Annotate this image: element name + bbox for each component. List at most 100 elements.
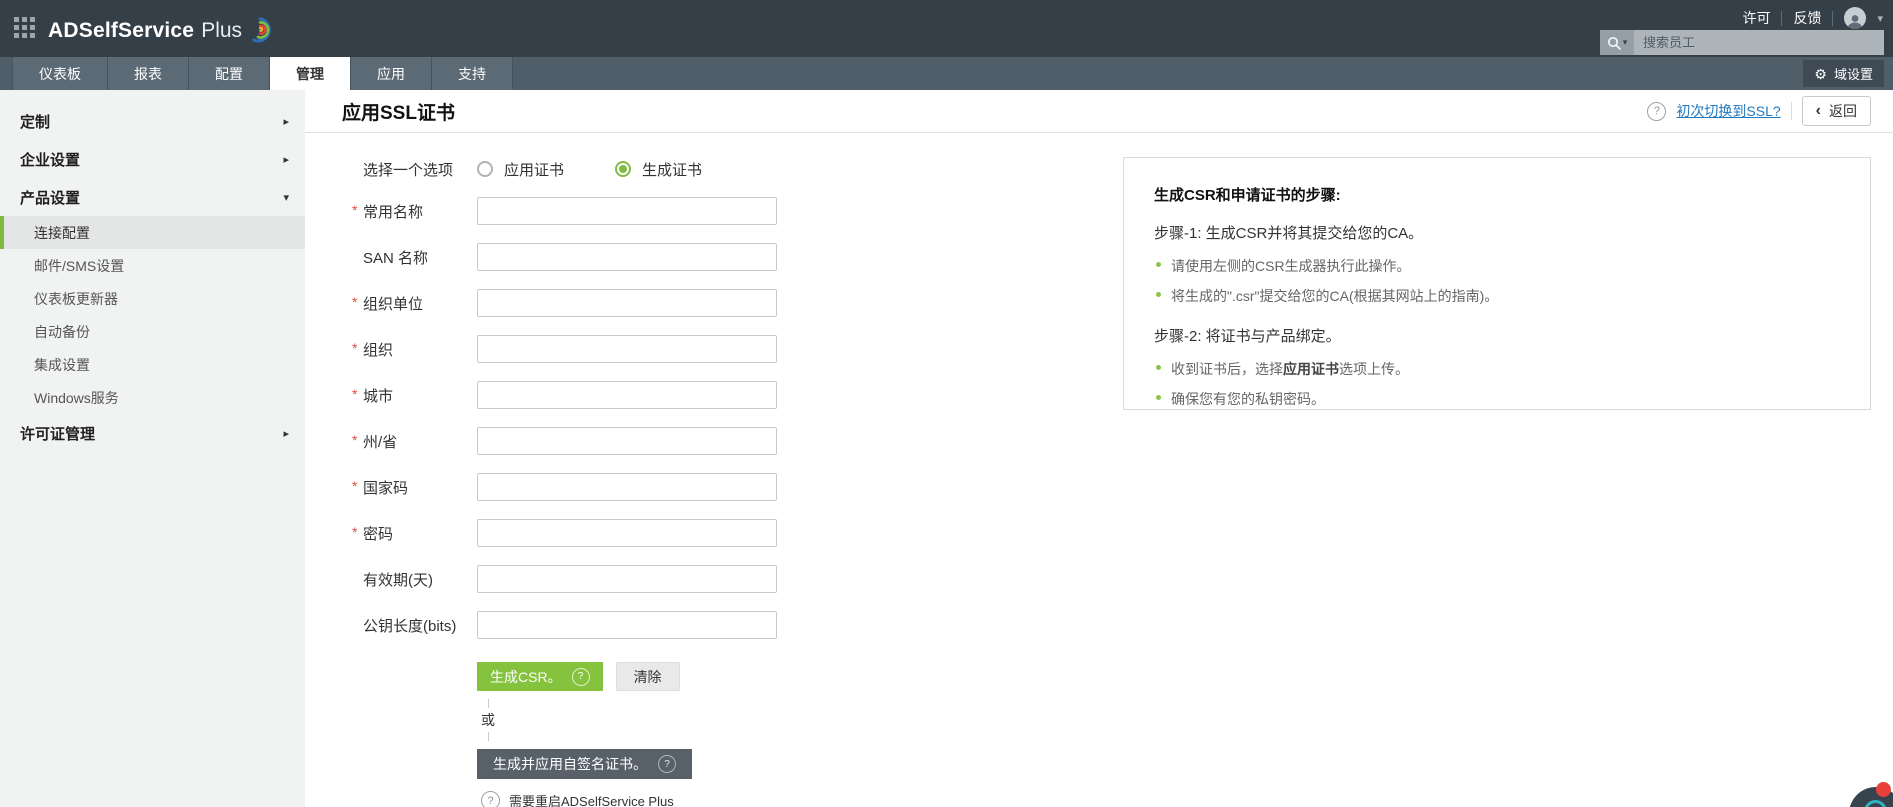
sidebar-item-windows-service[interactable]: Windows服务 [0, 381, 305, 414]
required-marker: * [352, 339, 358, 356]
restart-note: ? 需要重启ADSelfService Plus [481, 791, 777, 807]
chevron-down-icon: ▾ [283, 191, 289, 204]
bullet-dot-icon [1156, 262, 1161, 267]
help-icon[interactable]: ? [481, 791, 500, 807]
generate-self-signed-button[interactable]: 生成并应用自签名证书。 ? [477, 749, 692, 779]
step-1-heading: 步骤-1: 生成CSR并将其提交给您的CA。 [1154, 225, 1424, 242]
back-button-label: 返回 [1829, 103, 1857, 119]
state-input[interactable] [477, 427, 777, 455]
sidebar-item-license-management[interactable]: 许可证管理 ▸ [0, 414, 305, 452]
domain-settings-label: 域设置 [1833, 67, 1873, 82]
logo-brand-text: ADSelfService [48, 19, 195, 42]
caret-down-icon[interactable]: ▾ [1877, 12, 1883, 25]
field-label: 组织单位 [363, 295, 424, 313]
required-marker: * [352, 477, 358, 494]
self-signed-label: 生成并应用自签名证书。 [493, 756, 647, 772]
license-link[interactable]: 许可 [1742, 8, 1770, 28]
field-row-validity-days: 有效期(天) [342, 556, 777, 602]
form-buttons-row: 生成CSR。 ? 清除 [477, 662, 777, 691]
tab-application[interactable]: 应用 [351, 57, 432, 90]
step-2-bullet-1: 收到证书后，选择应用证书选项上传。 [1156, 359, 1840, 379]
help-icon[interactable]: ? [1647, 101, 1667, 121]
app-window: ADSelfService Plus 许可 反馈 ▾ ▾ 搜索员工 仪表板 报表… [0, 0, 1893, 807]
sidebar-item-connection-settings[interactable]: 连接配置 [0, 216, 305, 249]
field-label: 有效期(天) [363, 571, 433, 589]
step-1-bullet-2: 将生成的".csr"提交给您的CA(根据其网站上的指南)。 [1156, 286, 1840, 306]
sidebar-item-customize[interactable]: 定制 ▸ [0, 102, 305, 140]
required-marker: * [352, 293, 358, 310]
or-separator: 或 [477, 699, 499, 741]
sidebar-item-dashboard-updater[interactable]: 仪表板更新器 [0, 282, 305, 315]
organizational-unit-input[interactable] [477, 289, 777, 317]
san-name-input[interactable] [477, 243, 777, 271]
field-row-city: * 城市 [342, 372, 777, 418]
bullet-dot-icon [1156, 395, 1161, 400]
step-2-bullet-2: 确保您有您的私钥密码。 [1156, 389, 1840, 409]
top-right-links: 许可 反馈 ▾ [1742, 7, 1883, 29]
field-row-key-length: 公钥长度(bits) [342, 602, 777, 648]
field-label: 城市 [363, 387, 394, 405]
divider [487, 732, 489, 741]
chevron-right-icon: ▸ [283, 115, 289, 128]
nav-tabs: 仪表板 报表 配置 管理 应用 支持 [12, 57, 513, 90]
sidebar-item-mail-sms-settings[interactable]: 邮件/SMS设置 [0, 249, 305, 282]
city-input[interactable] [477, 381, 777, 409]
generate-csr-label: 生成CSR。 [490, 668, 562, 685]
search-icon[interactable]: ▾ [1600, 30, 1634, 55]
required-marker: * [352, 523, 358, 540]
domain-settings-button[interactable]: ⚙ 域设置 [1803, 60, 1884, 87]
field-label: 国家码 [363, 479, 409, 497]
sidebar-item-enterprise-settings[interactable]: 企业设置 ▸ [0, 140, 305, 178]
app-grid-icon[interactable] [14, 16, 35, 38]
back-button[interactable]: ‹ 返回 [1801, 96, 1871, 126]
tab-dashboard[interactable]: 仪表板 [12, 57, 108, 90]
sidebar-item-auto-backup[interactable]: 自动备份 [0, 315, 305, 348]
product-logo: ADSelfService Plus [48, 11, 273, 43]
required-marker: * [352, 385, 358, 402]
radio-checked-icon[interactable] [615, 161, 631, 177]
organization-input[interactable] [477, 335, 777, 363]
search-input[interactable] [1634, 30, 1884, 55]
or-label: 或 [481, 712, 495, 728]
tab-support[interactable]: 支持 [432, 57, 513, 90]
field-row-state: * 州/省 [342, 418, 777, 464]
generate-csr-button[interactable]: 生成CSR。 ? [477, 662, 603, 691]
password-input[interactable] [477, 519, 777, 547]
chevron-right-icon: ▸ [283, 427, 289, 440]
divider [1832, 10, 1834, 26]
country-code-input[interactable] [477, 473, 777, 501]
tab-admin[interactable]: 管理 [270, 57, 351, 90]
radio-unchecked-icon[interactable] [477, 161, 493, 177]
top-header-bar: ADSelfService Plus 许可 反馈 ▾ ▾ 搜索员工 [0, 0, 1893, 57]
key-length-input[interactable] [477, 611, 777, 639]
help-icon[interactable]: ? [571, 667, 590, 686]
required-marker: * [352, 201, 358, 218]
help-icon[interactable]: ? [658, 755, 676, 773]
clear-button[interactable]: 清除 [615, 662, 680, 691]
field-row-organizational-unit: * 组织单位 [342, 280, 777, 326]
required-marker: * [352, 431, 358, 448]
steps-panel-title: 生成CSR和申请证书的步骤: [1154, 187, 1341, 204]
generate-certificate-option[interactable]: 生成证书 [615, 159, 753, 180]
apply-certificate-option[interactable]: 应用证书 [477, 159, 615, 180]
common-name-input[interactable] [477, 197, 777, 225]
field-label: 密码 [363, 525, 394, 543]
logo-plus-text: Plus [201, 19, 243, 42]
field-row-password: * 密码 [342, 510, 777, 556]
first-ssl-switch-link[interactable]: 初次切换到SSL? [1676, 101, 1780, 121]
divider [1790, 102, 1792, 120]
bullet-dot-icon [1156, 292, 1161, 297]
field-label: SAN 名称 [363, 249, 429, 267]
validity-days-input[interactable] [477, 565, 777, 593]
sidebar-item-product-settings[interactable]: 产品设置 ▾ [0, 178, 305, 216]
tab-configuration[interactable]: 配置 [189, 57, 270, 90]
logo-swoosh-icon [247, 17, 273, 48]
chat-widget-logo [1864, 800, 1887, 807]
page-header: 应用SSL证书 ? 初次切换到SSL? ‹ 返回 [305, 90, 1893, 133]
user-avatar-icon[interactable] [1844, 7, 1867, 29]
tab-reports[interactable]: 报表 [108, 57, 189, 90]
sidebar-item-integration-settings[interactable]: 集成设置 [0, 348, 305, 381]
chevron-right-icon: ▸ [283, 153, 289, 166]
feedback-link[interactable]: 反馈 [1793, 8, 1821, 28]
option-select-label: 选择一个选项 [363, 161, 454, 179]
